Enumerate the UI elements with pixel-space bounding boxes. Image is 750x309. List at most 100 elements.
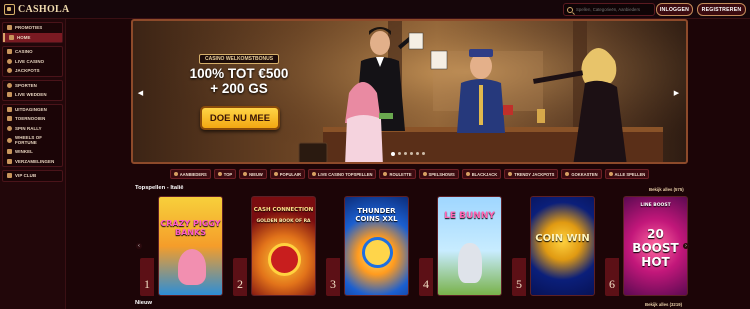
category-gokkasten[interactable]: GOKKASTEN: [561, 169, 602, 179]
category-alle-spellen[interactable]: ALLE SPELLEN: [604, 169, 650, 179]
game-tile[interactable]: THUNDER COINS XXL: [344, 196, 409, 296]
category-top[interactable]: TOP: [213, 169, 237, 179]
game-subtitle: GOLDEN BOOK OF RA: [256, 219, 311, 224]
sidebar-group-3: SPORTEN LIVE WEDDEN: [2, 79, 63, 101]
sidebar-item-label: JACKPOTS: [15, 68, 40, 74]
sidebar-item-wheels-of-fortune[interactable]: WHEELS OF FORTUNE: [3, 133, 62, 147]
carousel-next-icon[interactable]: ›: [683, 243, 689, 249]
category-spelshows[interactable]: SPELSHOWS: [418, 169, 459, 179]
sidebar-item-verzamelingen[interactable]: VERZAMELINGEN: [3, 157, 62, 167]
hero-next-arrow-icon[interactable]: ▶: [672, 88, 681, 97]
category-bar: AANBIEDERS TOP NIEUW POPULAIR LIVE CASIN…: [131, 168, 688, 180]
sidebar-item-live-wedden[interactable]: LIVE WEDDEN: [3, 90, 62, 100]
sidebar-item-home[interactable]: HOME: [3, 32, 62, 42]
game-title: CRAZY PIGGY BANKS: [160, 219, 221, 237]
sidebar-item-uitdagingen[interactable]: UITDAGINGEN: [3, 105, 62, 115]
register-button[interactable]: REGISTREREN: [697, 3, 746, 16]
rank-badge: 1: [140, 258, 154, 296]
sidebar-item-spin-rally[interactable]: SPIN RALLY: [3, 124, 62, 134]
category-live-casino-topspellen[interactable]: LIVE CASINO TOPSPELLEN: [307, 169, 377, 179]
game-tile[interactable]: LINE BOOST 20 BOOST HOT: [623, 196, 688, 296]
game-tile[interactable]: LE BUNNY: [437, 196, 502, 296]
sidebar-item-label: CASINO: [15, 49, 33, 55]
sidebar-group-4: UITDAGINGEN TOERNOOIEN SPIN RALLY WHEELS…: [2, 103, 63, 167]
category-blackjack[interactable]: BLACKJACK: [461, 169, 502, 179]
hero-pagination: [391, 151, 425, 156]
hero-headline: 100% TOT €500: [189, 66, 289, 81]
category-aanbieders[interactable]: AANBIEDERS: [169, 169, 211, 179]
category-label: TRENDY JACKPOTS: [514, 171, 555, 177]
rank-badge: 5: [512, 258, 526, 296]
category-label: GOKKASTEN: [571, 171, 598, 177]
view-all-top-games-link[interactable]: Bekijk alles (575): [649, 187, 684, 192]
sidebar-item-label: VIP CLUB: [15, 173, 37, 179]
jackpot-icon: [7, 68, 12, 74]
view-all-new-link[interactable]: Bekijk alles (3219): [645, 302, 682, 307]
section-title-new: Nieuw: [135, 300, 153, 306]
pagination-dot[interactable]: [391, 151, 395, 156]
pagination-dot[interactable]: [410, 152, 413, 155]
home-icon: [9, 34, 14, 40]
all-games-icon: [608, 172, 613, 176]
sidebar-item-label: LIVE CASINO: [15, 58, 45, 64]
game-title: CASH CONNECTION: [253, 207, 314, 213]
search-input[interactable]: [576, 7, 654, 12]
pagination-dot[interactable]: [398, 152, 401, 155]
pagination-dot[interactable]: [416, 152, 419, 155]
hero-bonus-label: CASINO WELKOMSTBONUS: [199, 54, 280, 64]
sidebar-item-vip-club[interactable]: VIP CLUB: [3, 171, 62, 181]
hero-banner[interactable]: CASINO WELKOMSTBONUS 100% TOT €500 + 200…: [131, 19, 688, 164]
sidebar-item-promoties[interactable]: PROMOTIES: [3, 23, 62, 33]
new-icon: [243, 172, 248, 176]
category-trendy-jackpots[interactable]: TRENDY JACKPOTS: [504, 169, 559, 179]
game-subtitle: LINE BOOST: [640, 203, 671, 208]
game-tile[interactable]: CRAZY PIGGY BANKS: [158, 196, 223, 296]
category-roulette[interactable]: ROULETTE: [379, 169, 416, 179]
rank-badge: 3: [326, 258, 340, 296]
shop-icon: [7, 149, 12, 155]
top-bar: CASHOLA INLOGGEN REGISTREREN: [0, 0, 750, 19]
game-tile[interactable]: COIN WIN: [530, 196, 595, 296]
sidebar-item-label: VERZAMELINGEN: [15, 158, 55, 164]
sidebar-item-live-casino[interactable]: LIVE CASINO: [3, 57, 62, 67]
blackjack-icon: [465, 172, 470, 176]
category-label: POPULAIR: [279, 171, 301, 177]
coin-icon: [268, 243, 301, 276]
bunny-character-icon: [458, 243, 482, 283]
carousel-prev-icon[interactable]: ‹: [136, 243, 142, 249]
category-label: AANBIEDERS: [179, 171, 207, 177]
wheel-icon: [7, 137, 12, 143]
search-box[interactable]: [563, 3, 655, 16]
sidebar-item-toernooien[interactable]: TOERNOOIEN: [3, 114, 62, 124]
hero-prev-arrow-icon[interactable]: ◀: [136, 88, 145, 97]
category-label: TOP: [223, 171, 233, 177]
game-tile[interactable]: CASH CONNECTION GOLDEN BOOK OF RA: [251, 196, 316, 296]
pagination-dot[interactable]: [422, 152, 425, 155]
pagination-dot[interactable]: [404, 152, 407, 155]
sidebar-item-casino[interactable]: CASINO: [3, 47, 62, 57]
join-now-button[interactable]: DOE NU MEE: [200, 106, 280, 130]
sidebar-item-label: WHEELS OF FORTUNE: [15, 135, 42, 145]
category-populair[interactable]: POPULAIR: [269, 169, 305, 179]
sidebar-item-label: UITDAGINGEN: [15, 106, 47, 112]
sidebar-item-sporten[interactable]: SPORTEN: [3, 81, 62, 91]
sidebar: PROMOTIES HOME CASINO LIVE CASINO JACKPO…: [0, 19, 66, 309]
category-label: ALLE SPELLEN: [614, 171, 646, 177]
hero-subheadline: + 200 GS: [210, 81, 268, 96]
lightning-coin-icon: [362, 237, 393, 268]
login-button[interactable]: INLOGGEN: [656, 3, 693, 16]
rally-icon: [7, 125, 12, 131]
roulette-icon: [383, 172, 388, 176]
game-title: LE BUNNY: [444, 211, 495, 221]
game-title: THUNDER COINS XXL: [355, 207, 398, 223]
sidebar-group-2: CASINO LIVE CASINO JACKPOTS: [2, 46, 63, 77]
collection-icon: [7, 158, 12, 164]
logo[interactable]: CASHOLA: [4, 3, 70, 16]
sidebar-item-label: SPIN RALLY: [15, 125, 42, 131]
pig-character-icon: [178, 249, 206, 285]
sidebar-item-jackpots[interactable]: JACKPOTS: [3, 66, 62, 76]
sidebar-group-5: VIP CLUB: [2, 170, 63, 182]
sidebar-item-winkel[interactable]: WINKEL: [3, 147, 62, 157]
category-nieuw[interactable]: NIEUW: [239, 169, 267, 179]
ball-icon: [7, 82, 12, 88]
